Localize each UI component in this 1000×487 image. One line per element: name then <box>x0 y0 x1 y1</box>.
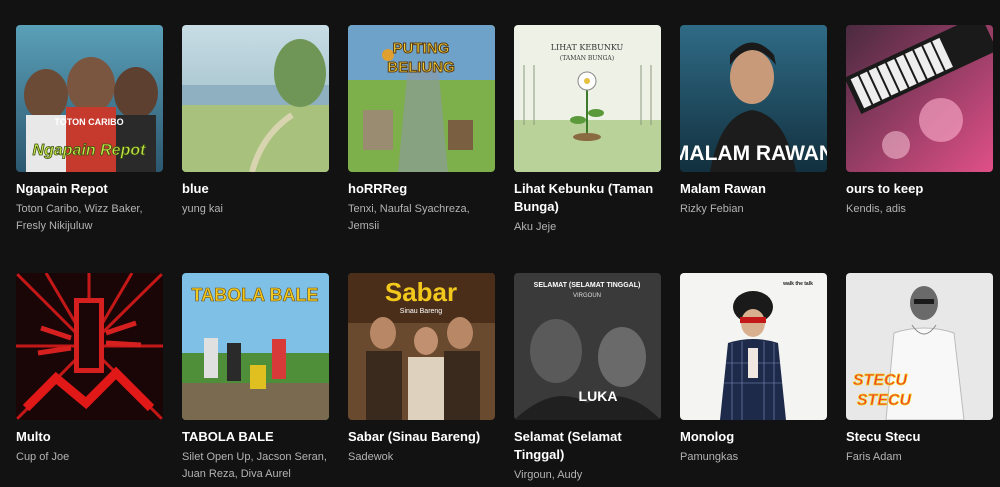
album-cover[interactable] <box>182 25 329 172</box>
album-cover[interactable]: TABOLA BALE <box>182 273 329 420</box>
album-title[interactable]: Ngapain Repot <box>16 180 166 198</box>
album-artists[interactable]: Faris Adam <box>846 449 996 466</box>
album-card-malam-rawan[interactable]: MALAM RAWAN Malam Rawan Rizky Febian <box>680 25 830 218</box>
album-title[interactable]: Selamat (Selamat Tinggal) <box>514 428 664 464</box>
album-title[interactable]: Multo <box>16 428 166 446</box>
album-title[interactable]: Lihat Kebunku (Taman Bunga) <box>514 180 664 216</box>
album-card-selamat[interactable]: SELAMAT (SELAMAT TINGGAL) VIRGOUN LUKA S… <box>514 273 664 484</box>
album-cover[interactable]: walk the talk <box>680 273 827 420</box>
album-cover[interactable]: STECU STECU <box>846 273 993 420</box>
album-grid: TOTON CARIBO Ngapain Repot Ngapain Repot… <box>0 0 1000 487</box>
album-cover[interactable]: Sabar Sinau Bareng <box>348 273 495 420</box>
album-cover[interactable]: SELAMAT (SELAMAT TINGGAL) VIRGOUN LUKA <box>514 273 661 420</box>
album-title[interactable]: ours to keep <box>846 180 996 198</box>
cover-text-1: STECU <box>853 372 908 389</box>
album-card-monolog[interactable]: walk the talk Monolog Pamungkas <box>680 273 830 466</box>
album-cover[interactable]: LIHAT KEBUNKU (TAMAN BUNGA) <box>514 25 661 172</box>
cover-text-2: BELIUNG <box>387 59 455 76</box>
cover-subtext: Sinau Bareng <box>400 308 443 315</box>
album-artists[interactable]: Pamungkas <box>680 449 830 466</box>
album-artists[interactable]: Kendis, adis <box>846 201 996 218</box>
album-cover[interactable]: PUTING BELIUNG <box>348 25 495 172</box>
cover-text: TABOLA BALE <box>192 285 319 305</box>
cover-text-1: PUTING <box>393 40 450 57</box>
album-cover[interactable] <box>846 25 993 172</box>
album-artists[interactable]: Virgoun, Audy <box>514 467 664 484</box>
cover-text: MALAM RAWAN <box>680 142 827 165</box>
album-artists[interactable]: Rizky Febian <box>680 201 830 218</box>
cover-text: SELAMAT (SELAMAT TINGGAL) <box>534 282 641 289</box>
album-cover[interactable]: TOTON CARIBO Ngapain Repot <box>16 25 163 172</box>
album-title[interactable]: TABOLA BALE <box>182 428 332 446</box>
album-artists[interactable]: Silet Open Up, Jacson Seran, Juan Reza, … <box>182 449 332 483</box>
album-title[interactable]: Stecu Stecu <box>846 428 996 446</box>
cover-text: walk the talk <box>782 281 813 287</box>
cover-text: Ngapain Repot <box>33 142 147 159</box>
album-card-horrreg[interactable]: PUTING BELIUNG hoRRReg Tenxi, Naufal Sya… <box>348 25 498 235</box>
album-card-tabola-bale[interactable]: TABOLA BALE TABOLA BALE Silet Open Up, J… <box>182 273 332 483</box>
cover-top-text: TOTON CARIBO <box>54 117 123 127</box>
cover-text-3: LUKA <box>579 388 618 404</box>
album-title[interactable]: Malam Rawan <box>680 180 830 198</box>
album-card-sabar[interactable]: Sabar Sinau Bareng Sabar (Sinau Bareng) … <box>348 273 498 466</box>
album-card-multo[interactable]: Multo Cup of Joe <box>16 273 166 466</box>
album-artists[interactable]: Aku Jeje <box>514 219 664 236</box>
album-artists[interactable]: yung kai <box>182 201 332 218</box>
cover-text-2: STECU <box>857 392 912 409</box>
album-artists[interactable]: Sadewok <box>348 449 498 466</box>
cover-text-1: LIHAT KEBUNKU <box>551 43 624 52</box>
album-title[interactable]: Monolog <box>680 428 830 446</box>
cover-text: Sabar <box>385 277 457 307</box>
album-title[interactable]: hoRRReg <box>348 180 498 198</box>
album-card-blue[interactable]: blue yung kai <box>182 25 332 218</box>
cover-subtext: VIRGOUN <box>573 293 601 299</box>
album-cover[interactable]: MALAM RAWAN <box>680 25 827 172</box>
album-artists[interactable]: Toton Caribo, Wizz Baker, Fresly Nikijul… <box>16 201 166 235</box>
album-cover[interactable] <box>16 273 163 420</box>
album-artists[interactable]: Cup of Joe <box>16 449 166 466</box>
album-card-ngapain-repot[interactable]: TOTON CARIBO Ngapain Repot Ngapain Repot… <box>16 25 166 235</box>
album-title[interactable]: Sabar (Sinau Bareng) <box>348 428 498 446</box>
album-card-ours-to-keep[interactable]: ours to keep Kendis, adis <box>846 25 996 218</box>
cover-text-2: (TAMAN BUNGA) <box>560 55 614 62</box>
album-card-stecu-stecu[interactable]: STECU STECU Stecu Stecu Faris Adam <box>846 273 996 466</box>
album-card-lihat-kebunku[interactable]: LIHAT KEBUNKU (TAMAN BUNGA) Lihat Kebunk… <box>514 25 664 236</box>
album-artists[interactable]: Tenxi, Naufal Syachreza, Jemsii <box>348 201 498 235</box>
album-title[interactable]: blue <box>182 180 332 198</box>
